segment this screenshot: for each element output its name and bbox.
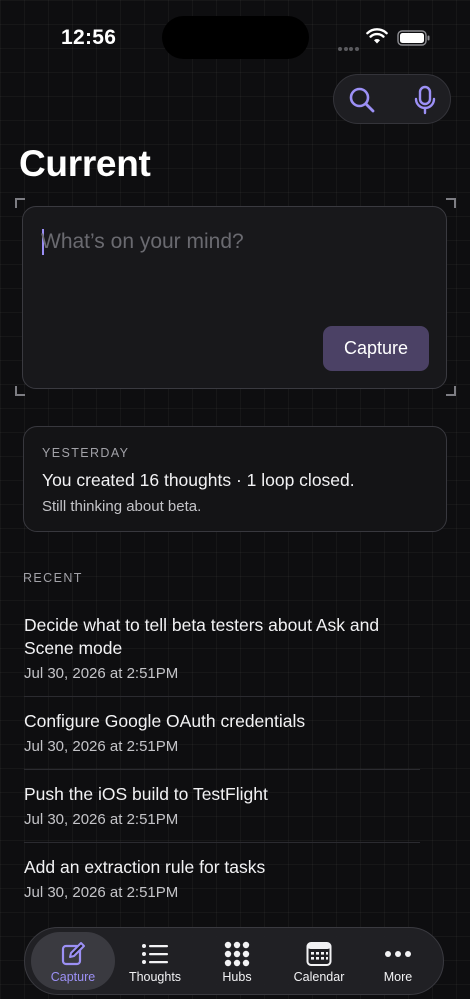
thought-date: Jul 30, 2026 at 2:51PM [24,811,179,828]
top-action-pill [333,74,451,124]
battery-icon [397,30,430,46]
calendar-icon [306,942,332,966]
microphone-icon [414,85,436,115]
thought-date: Jul 30, 2026 at 2:51PM [24,884,179,901]
tab-label: Thoughts [128,970,182,984]
cellular-signal-icon [338,38,360,51]
tab-calendar[interactable]: Calendar [277,932,361,990]
status-bar: 12:56 [0,0,470,76]
search-icon [349,87,375,113]
more-dots-icon [385,951,411,957]
list-item[interactable]: Configure Google OAuth credentials Jul 3… [24,710,420,769]
thought-input[interactable] [41,227,421,257]
divider [24,769,420,770]
search-button[interactable] [347,85,377,115]
tab-label: More [383,970,413,984]
thought-title: Push the iOS build to TestFlight [24,784,268,804]
tab-bar: Capture Thoughts Hubs Calendar More [24,927,444,995]
summary-headline: You created 16 thoughts · 1 loop closed. [42,470,355,490]
summary-note: Still thinking about beta. [42,498,202,515]
tab-more[interactable]: More [356,932,440,990]
list-item[interactable]: Add an extraction rule for tasks Jul 30,… [24,856,420,915]
voice-input-button[interactable] [410,85,440,115]
grid-dots-icon [224,941,250,967]
tab-label: Capture [50,970,96,984]
divider [24,696,420,697]
tab-hubs[interactable]: Hubs [195,932,279,990]
tab-label: Hubs [222,970,252,984]
tab-thoughts[interactable]: Thoughts [113,932,197,990]
dynamic-island [162,16,309,59]
thought-title: Add an extraction rule for tasks [24,857,266,877]
divider [24,842,420,843]
thought-date: Jul 30, 2026 at 2:51PM [24,665,179,682]
thought-title: Configure Google OAuth credentials [24,711,306,731]
yesterday-summary-card[interactable]: YESTERDAY You created 16 thoughts · 1 lo… [23,426,447,532]
wifi-icon [366,28,388,44]
tab-capture[interactable]: Capture [31,932,115,990]
list-icon [142,944,168,964]
focus-corner-top-left [15,198,25,208]
capture-card: Capture [22,206,447,389]
focus-corner-bottom-left [15,386,25,396]
status-time: 12:56 [61,26,117,49]
focus-corner-bottom-right [446,386,456,396]
list-item[interactable]: Push the iOS build to TestFlight Jul 30,… [24,783,420,842]
compose-icon [61,942,85,966]
summary-section-label: YESTERDAY [42,446,130,460]
focus-corner-top-right [446,198,456,208]
recent-thought-list: Decide what to tell beta testers about A… [24,614,420,915]
thought-title: Decide what to tell beta testers about A… [24,615,380,658]
tab-label: Calendar [293,970,345,984]
list-item[interactable]: Decide what to tell beta testers about A… [24,614,420,696]
thought-date: Jul 30, 2026 at 2:51PM [24,738,179,755]
recent-section-label: RECENT [23,571,83,585]
page-title: Current [19,143,151,184]
capture-button[interactable]: Capture [323,326,429,371]
